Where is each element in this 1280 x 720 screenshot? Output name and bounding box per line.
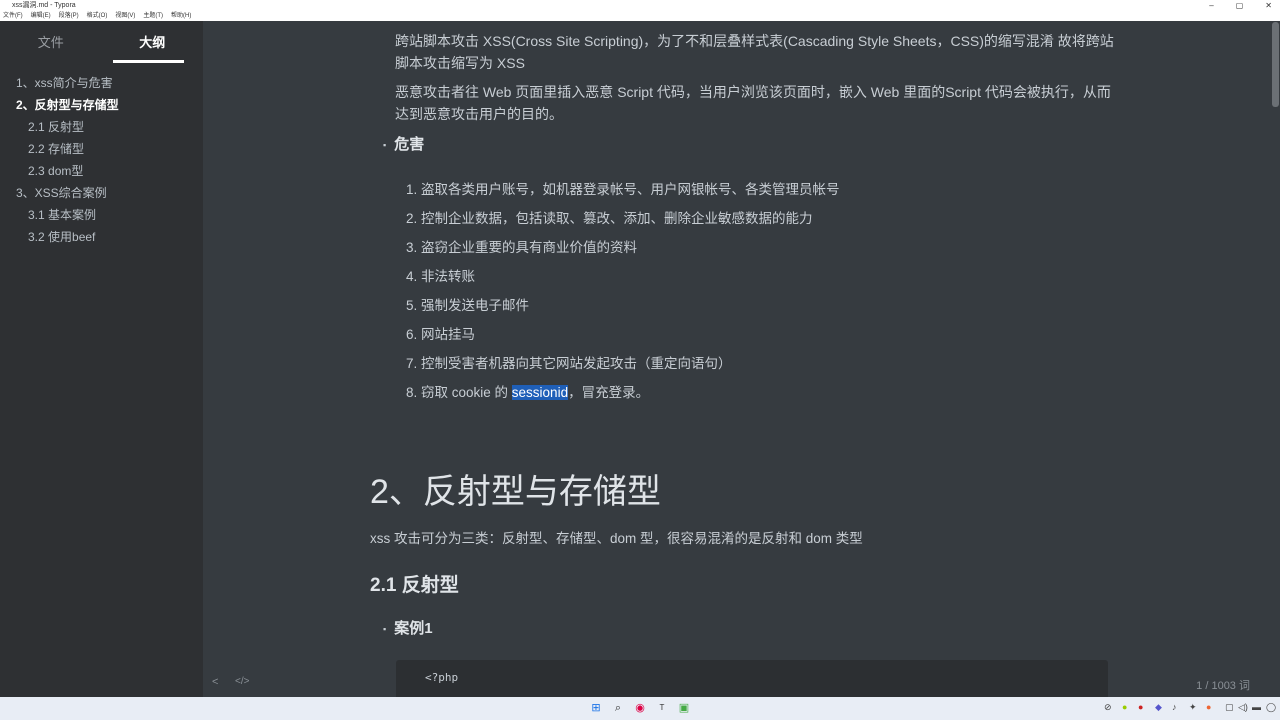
tab-files[interactable]: 文件 <box>0 21 102 63</box>
list-item: 3. 盗窃企业重要的具有商业价值的资料 <box>406 240 638 255</box>
app-tray-icon[interactable]: ● <box>1122 702 1127 712</box>
sidebar: 文件 大纲 1、xss简介与危害 2、反射型与存储型 2.1 反射型 2.2 存… <box>0 21 203 697</box>
outline-item[interactable]: 2.1 反射型 <box>0 116 203 138</box>
list-item: 4. 非法转账 <box>406 269 476 284</box>
outline-item[interactable]: 2.2 存储型 <box>0 138 203 160</box>
status-bar: < </> 1 / 1003 词 <box>203 670 1280 697</box>
menu-format[interactable]: 格式(O) <box>87 11 108 21</box>
network-icon[interactable]: ⊘ <box>1104 702 1112 713</box>
paragraph: xss 攻击可分为三类：反射型、存储型、dom 型，很容易混淆的是反射和 dom… <box>370 531 863 546</box>
editor[interactable]: 跨站脚本攻击 XSS(Cross Site Scripting)，为了不和层叠样… <box>203 21 1280 697</box>
search-icon[interactable]: ⌕ <box>611 701 625 715</box>
volume-icon[interactable]: ◁) <box>1238 702 1248 713</box>
menu-theme[interactable]: 主题(T) <box>143 11 163 21</box>
menu-edit[interactable]: 编辑(E) <box>31 11 51 21</box>
settings-icon[interactable]: ✦ <box>1189 702 1197 713</box>
word-count[interactable]: 1 / 1003 词 <box>1196 677 1250 693</box>
outline-item[interactable]: 2.3 dom型 <box>0 160 203 182</box>
window-title: xss漏洞.md - Typora <box>12 2 76 9</box>
close-button[interactable]: ✕ <box>1265 0 1272 11</box>
display-icon[interactable]: ▢ <box>1225 702 1234 713</box>
list-item: 6. 网站挂马 <box>406 327 476 342</box>
source-mode-button[interactable]: </> <box>235 676 249 687</box>
browser-icon[interactable]: ◉ <box>633 701 647 715</box>
outline-item[interactable]: 3、XSS综合案例 <box>0 182 203 204</box>
selected-text[interactable]: sessionid <box>511 385 569 400</box>
paragraph: 跨站脚本攻击 XSS(Cross Site Scripting)，为了不和层叠样… <box>395 33 1114 71</box>
app-icon[interactable]: ▣ <box>677 701 691 715</box>
typora-icon[interactable]: T <box>655 701 669 715</box>
record-icon[interactable]: ● <box>1206 702 1211 712</box>
maximize-button[interactable]: ▢ <box>1236 0 1244 11</box>
windows-start-icon[interactable]: ⊞ <box>589 701 603 715</box>
title-bar: xss漏洞.md - Typora – ▢ ✕ <box>0 0 1280 11</box>
list-item: 1. 盗取各类用户账号，如机器登录帐号、用户网银帐号、各类管理员帐号 <box>406 182 840 197</box>
list-item: 2. 控制企业数据，包括读取、篡改、添加、删除企业敏感数据的能力 <box>406 211 813 226</box>
outline-item[interactable]: 2、反射型与存储型 <box>0 94 203 116</box>
scrollbar[interactable] <box>1272 22 1279 107</box>
outline-item[interactable]: 3.1 基本案例 <box>0 204 203 226</box>
menu-view[interactable]: 视图(V) <box>115 11 135 21</box>
heading-1: 2、反射型与存储型 <box>370 473 661 511</box>
menu-paragraph[interactable]: 段落(P) <box>59 11 79 21</box>
microphone-icon[interactable]: ♪ <box>1172 702 1177 712</box>
bullet-heading: 危害 <box>383 133 424 154</box>
paragraph: 恶意攻击者往 Web 页面里插入恶意 Script 代码，当用户浏览该页面时，嵌… <box>395 84 1111 122</box>
outline-item[interactable]: 3.2 使用beef <box>0 226 203 248</box>
notification-icon[interactable]: ◯ <box>1266 702 1276 713</box>
bullet-heading: 案例1 <box>383 617 432 638</box>
taskbar: ⊞ ⌕ ◉ T ▣ ⊘ ● ● ◆ ♪ ✦ ● ▢ ◁) ▬ ◯ <box>0 697 1280 720</box>
list-item: 7. 控制受害者机器向其它网站发起攻击（重定向语句） <box>406 356 732 371</box>
menu-bar: 文件(F) 编辑(E) 段落(P) 格式(O) 视图(V) 主题(T) 帮助(H… <box>0 11 1280 21</box>
menu-file[interactable]: 文件(F) <box>3 11 23 21</box>
list-item: 5. 强制发送电子邮件 <box>406 298 530 313</box>
heading-2: 2.1 反射型 <box>370 575 459 596</box>
tab-outline[interactable]: 大纲 <box>102 21 204 63</box>
toggle-sidebar-button[interactable]: < <box>212 676 218 688</box>
text: ，冒充登录。 <box>568 385 650 400</box>
qq-icon[interactable]: ● <box>1138 702 1143 712</box>
menu-help[interactable]: 帮助(H) <box>171 11 191 21</box>
text: 8. 窃取 cookie 的 <box>406 385 512 400</box>
outline-item[interactable]: 1、xss简介与危害 <box>0 72 203 94</box>
battery-icon[interactable]: ▬ <box>1252 702 1261 712</box>
outline-list: 1、xss简介与危害 2、反射型与存储型 2.1 反射型 2.2 存储型 2.3… <box>0 63 203 248</box>
shield-icon[interactable]: ◆ <box>1155 702 1162 713</box>
list-item: 8. 窃取 cookie 的 sessionid，冒充登录。 <box>406 381 649 401</box>
minimize-button[interactable]: – <box>1209 0 1213 11</box>
